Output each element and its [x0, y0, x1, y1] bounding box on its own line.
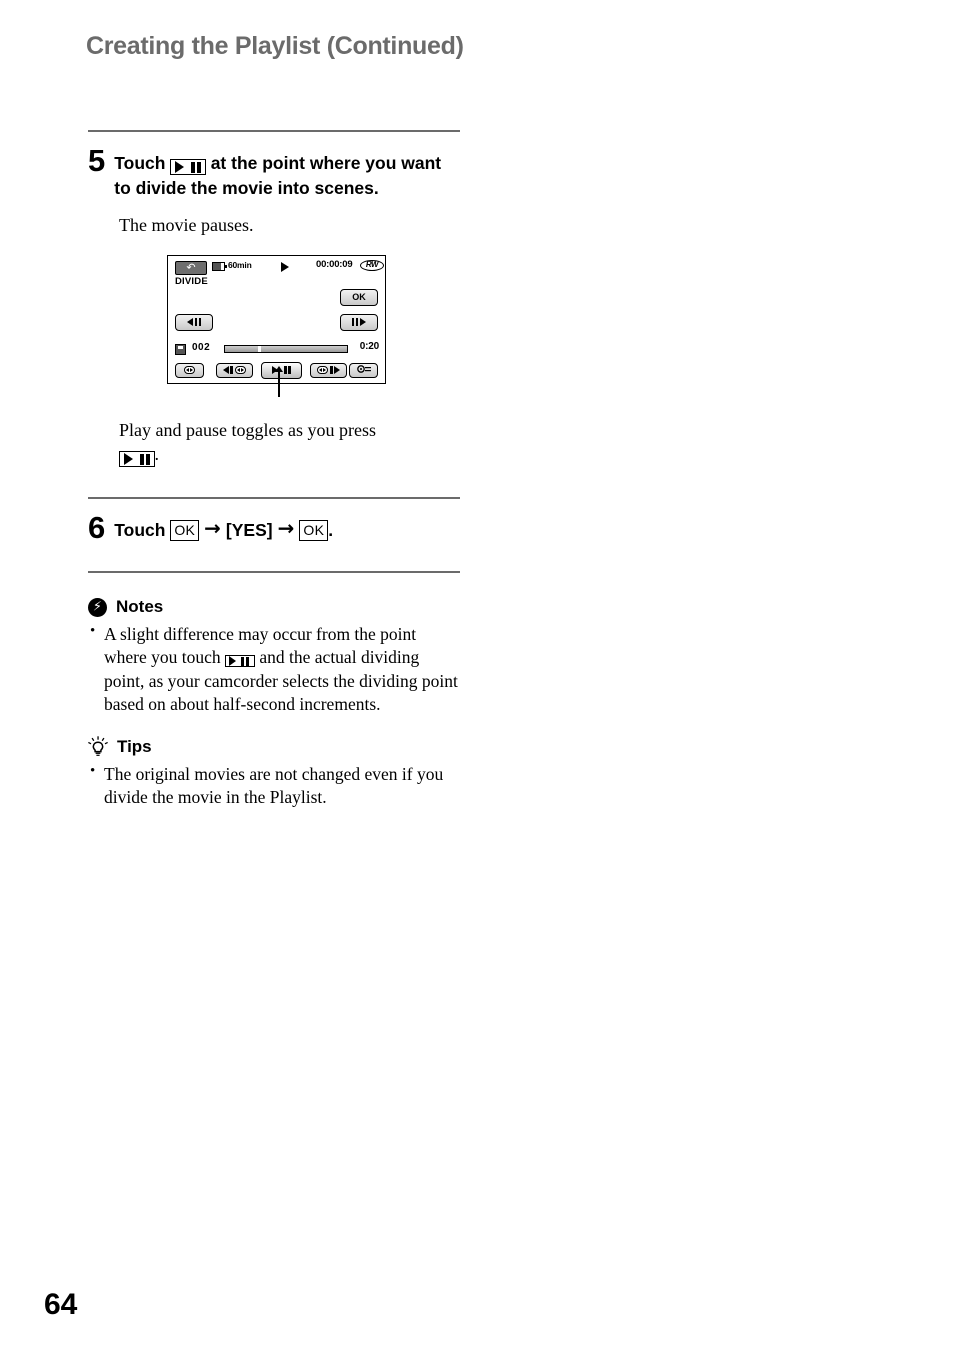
- bar-icon: [230, 366, 233, 375]
- scene-number: 002: [192, 341, 211, 353]
- tips-heading-row: Tips: [88, 736, 460, 757]
- scene-box-icon: [317, 366, 329, 375]
- play-pause-icon: [119, 451, 155, 468]
- timecode: 00:00:09: [316, 258, 353, 270]
- battery-time: 60min: [228, 259, 252, 270]
- disc-type-icon: RW: [360, 259, 384, 271]
- play-triangle-glyph: [175, 161, 185, 174]
- triangle-left-icon: [186, 318, 193, 327]
- pause-bars-icon: [351, 318, 359, 327]
- frame-back-button[interactable]: [175, 313, 213, 331]
- step-6-touch-label: Touch: [114, 520, 166, 541]
- prev-scene-button[interactable]: [175, 362, 204, 378]
- step-5-caption: Play and pause toggles as you press .: [119, 418, 460, 468]
- duration-label: 0:20: [359, 340, 379, 352]
- play-pause-icon: [170, 159, 206, 176]
- battery-icon: [212, 261, 227, 271]
- mode-title: DIVIDE: [175, 275, 208, 287]
- playback-progress-bar[interactable]: [224, 344, 348, 353]
- pause-bars-icon: [284, 366, 291, 375]
- rewind-scene-button[interactable]: [216, 362, 253, 378]
- progress-marker: [257, 345, 261, 352]
- tips-heading: Tips: [117, 736, 152, 756]
- lcd-illustration: ↶ 60min 00:00:09 RW DIVIDE OK 002 0:20: [167, 254, 460, 397]
- movie-file-icon: [175, 343, 186, 355]
- lcd-ok-label: OK: [352, 291, 366, 302]
- return-arrow-icon[interactable]: ↶: [175, 260, 207, 275]
- list-item: The original movies are not changed even…: [88, 762, 460, 810]
- step-5-caption-text: Play and pause toggles as you press: [119, 419, 376, 440]
- notes-list: A slight difference may occur from the p…: [88, 622, 460, 716]
- play-pause-icon: [225, 655, 256, 668]
- ok-icon-1: OK: [170, 520, 200, 542]
- yes-label: [YES]: [225, 520, 273, 541]
- step5-top-rule: [88, 130, 460, 132]
- arrow-1: →: [204, 516, 221, 541]
- content-column: 5 Touch at the point where you want to d…: [88, 130, 460, 810]
- step-5-number: 5: [88, 143, 106, 178]
- step-6-instruction: Touch OK → [YES] → OK.: [114, 511, 333, 543]
- step6-top-rule: [88, 497, 460, 500]
- running-head: Creating the Playlist (Continued): [86, 32, 464, 60]
- list-item: A slight difference may occur from the p…: [88, 622, 460, 716]
- tips-list: The original movies are not changed even…: [88, 762, 460, 810]
- step-6: 6 Touch OK → [YES] → OK.: [88, 511, 460, 543]
- play-triangle-icon: [281, 261, 289, 272]
- ok-icon-2: OK: [299, 520, 329, 542]
- notes-heading: Notes: [116, 597, 164, 617]
- step-6-period: .: [328, 520, 334, 541]
- step-5-caption-suffix: .: [154, 444, 160, 465]
- pause-bars-glyph: [191, 161, 201, 173]
- triangle-right-icon: [360, 318, 367, 327]
- options-menu-button[interactable]: [349, 362, 378, 378]
- notes-bolt-icon: ⚡: [88, 597, 107, 617]
- tips-lightbulb-icon: [88, 736, 108, 757]
- triangle-left-icon: [223, 366, 230, 375]
- frame-forward-button[interactable]: [340, 313, 378, 331]
- options-gear-icon: [356, 365, 371, 374]
- lcd-ok-button[interactable]: OK: [340, 288, 378, 306]
- callout-leader-line: [275, 365, 282, 397]
- lcd-screen: ↶ 60min 00:00:09 RW DIVIDE OK 002 0:20: [167, 254, 386, 384]
- step-6-number: 6: [88, 510, 106, 546]
- arrow-2: →: [277, 516, 295, 541]
- notes-heading-row: ⚡ Notes: [88, 597, 460, 617]
- scene-box-icon: [184, 366, 195, 375]
- scene-box-icon: [234, 366, 246, 375]
- step-5-result: The movie pauses.: [119, 214, 254, 235]
- forward-scene-button[interactable]: [310, 362, 347, 378]
- triangle-right-icon: [333, 366, 340, 375]
- step-5: 5 Touch at the point where you want to d…: [88, 144, 460, 201]
- page-number: 64: [44, 1288, 78, 1321]
- step-5-text-before: Touch: [114, 153, 166, 173]
- bar-icon: [330, 366, 333, 375]
- pause-bars-icon: [194, 318, 202, 327]
- disc-type-label: RW: [365, 260, 379, 270]
- step6-bottom-rule: [88, 571, 460, 574]
- step-5-instruction: Touch at the point where you want to div…: [114, 144, 460, 201]
